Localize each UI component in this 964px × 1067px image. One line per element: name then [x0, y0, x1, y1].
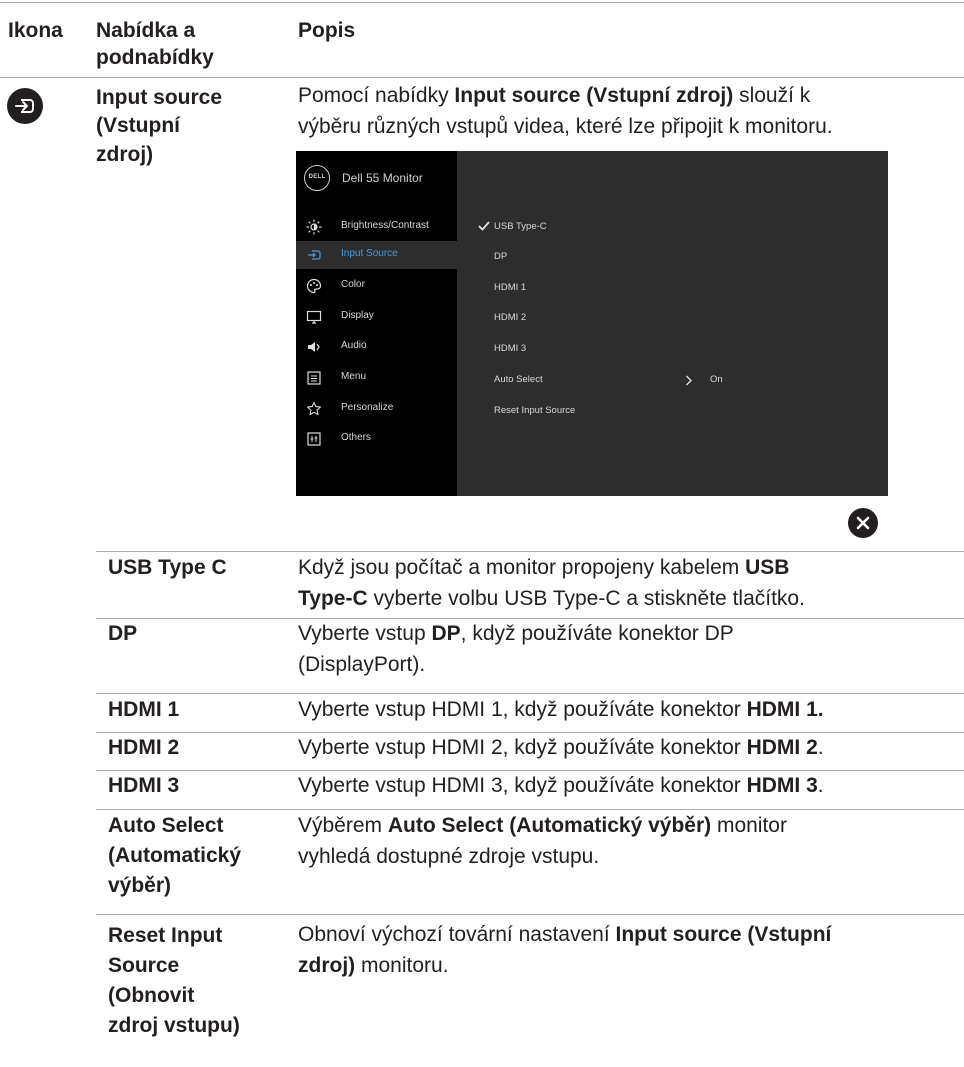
row-description: (DisplayPort).: [298, 653, 426, 676]
row-label: Reset Input: [108, 924, 223, 947]
header-menu-column-line1: Nabídka a: [96, 19, 196, 42]
checkmark-icon: [478, 221, 490, 231]
header-rule: [0, 77, 964, 78]
row-label: USB Type C: [108, 556, 227, 579]
header-description-column: Popis: [298, 19, 356, 42]
osd-option-usb-type-c[interactable]: USB Type-C: [494, 221, 547, 232]
others-icon: [307, 432, 321, 446]
header-icon-column: Ikona: [8, 19, 63, 42]
osd-option-auto-select-value: On: [710, 374, 723, 385]
osd-option-dp[interactable]: DP: [494, 251, 507, 262]
row-label: zdroj vstupu): [108, 1014, 240, 1037]
input-source-icon: [308, 250, 321, 260]
osd-menu-label: Menu: [341, 371, 367, 382]
brightness-icon: [306, 219, 322, 235]
row-label: Source: [108, 954, 180, 977]
menu-icon: [307, 371, 321, 385]
osd-menu-label: Display: [341, 310, 374, 321]
osd-option-hdmi-1[interactable]: HDMI 1: [494, 282, 526, 293]
color-palette-icon: [306, 278, 322, 294]
row-rule: [96, 914, 964, 915]
osd-menu-label: Input Source: [341, 248, 398, 259]
display-icon: [306, 310, 322, 324]
row-label: HDMI 3: [108, 774, 180, 797]
dell-logo: DELL: [304, 165, 330, 191]
osd-menu-item-display[interactable]: Display: [296, 303, 457, 331]
main-row-label-line2: (Vstupní: [96, 114, 180, 137]
close-icon[interactable]: [848, 508, 878, 538]
main-row-label-line3: zdroj): [96, 143, 154, 166]
osd-menu-label: Others: [341, 432, 372, 443]
osd-menu-item-others[interactable]: Others: [296, 425, 457, 453]
osd-option-auto-select[interactable]: Auto Select: [494, 374, 543, 385]
row-description: Vyberte vstup HDMI 2, když používáte kon…: [298, 736, 824, 759]
osd-menu-item-personalize[interactable]: Personalize: [296, 395, 457, 423]
row-label: (Obnovit: [108, 984, 195, 1007]
osd-option-reset-input-source[interactable]: Reset Input Source: [494, 405, 575, 416]
osd-menu-item-color[interactable]: Color: [296, 272, 457, 300]
osd-menu-label: Audio: [341, 340, 367, 351]
row-description: Obnoví výchozí tovární nastavení Input s…: [298, 923, 832, 946]
main-row-description-line2: výběru různých vstupů videa, které lze p…: [298, 115, 833, 138]
row-label: výběr): [108, 874, 172, 897]
row-label: Auto Select: [108, 814, 224, 837]
osd-menu-item-brightness-contrast[interactable]: Brightness/Contrast: [296, 213, 457, 241]
osd-option-hdmi-2[interactable]: HDMI 2: [494, 312, 526, 323]
row-description: Když jsou počítač a monitor propojeny ka…: [298, 556, 790, 579]
osd-menu-label: Brightness/Contrast: [341, 220, 429, 231]
chevron-right-icon: [686, 375, 692, 386]
row-description: vyhledá dostupné zdroje vstupu.: [298, 845, 600, 868]
osd-option-hdmi-3[interactable]: HDMI 3: [494, 343, 526, 354]
osd-menu-item-menu[interactable]: Menu: [296, 364, 457, 392]
main-row-label-line1: Input source: [96, 86, 223, 109]
header-menu-column-line2: podnabídky: [96, 46, 214, 69]
osd-menu-label: Personalize: [341, 402, 394, 413]
main-row-description-line1: Pomocí nabídky Input source (Vstupní zdr…: [298, 84, 811, 107]
row-label: HDMI 2: [108, 736, 180, 759]
input-source-icon: [7, 88, 43, 124]
osd-menu-item-audio[interactable]: Audio: [296, 333, 457, 361]
row-description: Type-C vyberte volbu USB Type-C a stiskn…: [298, 587, 805, 610]
speaker-icon: [308, 342, 320, 352]
osd-menu-label: Color: [341, 279, 365, 290]
row-description: zdroj) monitoru.: [298, 954, 449, 977]
osd-menu-item-input-source[interactable]: Input Source: [296, 241, 457, 269]
star-icon: [307, 401, 321, 416]
row-description: Vyberte vstup DP, když používáte konekto…: [298, 622, 734, 645]
osd-options-panel: [457, 151, 888, 496]
osd-menu-screenshot: DELL Dell 55 Monitor Brightness/Contrast…: [296, 151, 888, 496]
table-top-rule: [0, 2, 964, 3]
row-label: (Automatický: [108, 844, 242, 867]
row-description: Vyberte vstup HDMI 1, když používáte kon…: [298, 698, 824, 721]
row-label: DP: [108, 622, 138, 645]
row-description: Vyberte vstup HDMI 3, když používáte kon…: [298, 774, 824, 797]
osd-title: Dell 55 Monitor: [342, 171, 423, 185]
row-description: Výběrem Auto Select (Automatický výběr) …: [298, 814, 787, 837]
row-label: HDMI 1: [108, 698, 180, 721]
